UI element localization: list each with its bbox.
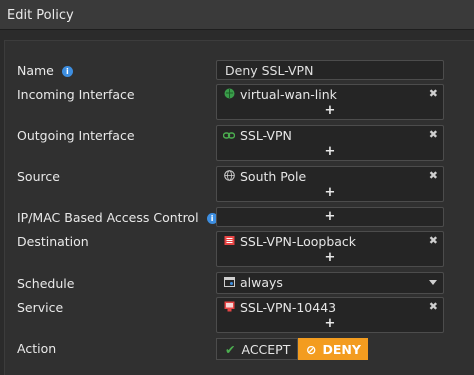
schedule-select[interactable]: always — [216, 272, 444, 294]
outgoing-interface-label: Outgoing Interface — [17, 128, 135, 143]
incoming-interface-text: virtual-wan-link — [240, 87, 337, 102]
outgoing-interface-text: SSL-VPN — [240, 128, 292, 143]
source-entry[interactable]: South Pole — [223, 169, 306, 184]
wan-globe-icon — [223, 88, 235, 102]
accept-option[interactable]: ✔ ACCEPT — [216, 338, 298, 360]
source-remove-icon[interactable]: ✖ — [429, 169, 438, 182]
incoming-add-button[interactable]: + — [217, 103, 443, 118]
schedule-label: Schedule — [17, 276, 75, 291]
service-icon — [223, 301, 235, 315]
link-icon — [222, 130, 236, 143]
service-label: Service — [17, 300, 64, 315]
address-icon — [223, 235, 235, 249]
ipmac-label-text: IP/MAC Based Access Control — [17, 210, 199, 225]
source-text: South Pole — [240, 169, 307, 184]
accept-text: ACCEPT — [241, 341, 291, 357]
chevron-down-icon[interactable] — [429, 280, 437, 285]
incoming-interface-entry[interactable]: virtual-wan-link — [223, 87, 337, 102]
source-field[interactable]: South Pole ✖ + — [216, 166, 444, 202]
service-remove-icon[interactable]: ✖ — [429, 300, 438, 313]
schedule-text: always — [240, 275, 283, 290]
incoming-interface-label: Incoming Interface — [17, 87, 135, 102]
service-entry[interactable]: SSL-VPN-10443 — [223, 300, 336, 315]
destination-entry[interactable]: SSL-VPN-Loopback — [223, 234, 356, 249]
destination-remove-icon[interactable]: ✖ — [429, 234, 438, 247]
ban-icon: ⊘ — [306, 341, 317, 357]
outgoing-remove-icon[interactable]: ✖ — [429, 128, 438, 141]
dialog-title: Edit Policy — [0, 0, 474, 30]
globe-icon — [223, 170, 235, 184]
service-add-button[interactable]: + — [217, 316, 443, 331]
incoming-remove-icon[interactable]: ✖ — [429, 87, 438, 100]
action-toggle[interactable]: ✔ ACCEPT ⊘ DENY — [216, 338, 368, 360]
ipmac-add-button[interactable]: + — [217, 209, 443, 224]
ipmac-label: IP/MAC Based Access Control i — [17, 210, 218, 225]
ipmac-field[interactable]: + — [216, 207, 444, 227]
deny-text: DENY — [322, 341, 361, 357]
outgoing-interface-entry[interactable]: SSL-VPN — [222, 128, 292, 143]
incoming-interface-field[interactable]: virtual-wan-link ✖ + — [216, 84, 444, 120]
destination-add-button[interactable]: + — [217, 250, 443, 265]
service-field[interactable]: SSL-VPN-10443 ✖ + — [216, 297, 444, 333]
destination-text: SSL-VPN-Loopback — [240, 234, 357, 249]
outgoing-interface-field[interactable]: SSL-VPN ✖ + — [216, 125, 444, 161]
info-icon[interactable]: i — [61, 66, 73, 77]
source-add-button[interactable]: + — [217, 185, 443, 200]
deny-option[interactable]: ⊘ DENY — [298, 338, 368, 360]
schedule-value: always — [223, 275, 283, 290]
action-label: Action — [17, 341, 57, 356]
source-label: Source — [17, 169, 60, 184]
destination-field[interactable]: SSL-VPN-Loopback ✖ + — [216, 231, 444, 267]
calendar-icon — [223, 276, 235, 290]
service-text: SSL-VPN-10443 — [240, 300, 337, 315]
check-icon: ✔ — [225, 341, 236, 357]
name-label: Name i — [17, 63, 73, 78]
destination-label: Destination — [17, 234, 89, 249]
name-label-text: Name — [17, 63, 54, 78]
outgoing-add-button[interactable]: + — [217, 144, 443, 159]
name-input[interactable]: Deny SSL-VPN — [216, 60, 444, 80]
